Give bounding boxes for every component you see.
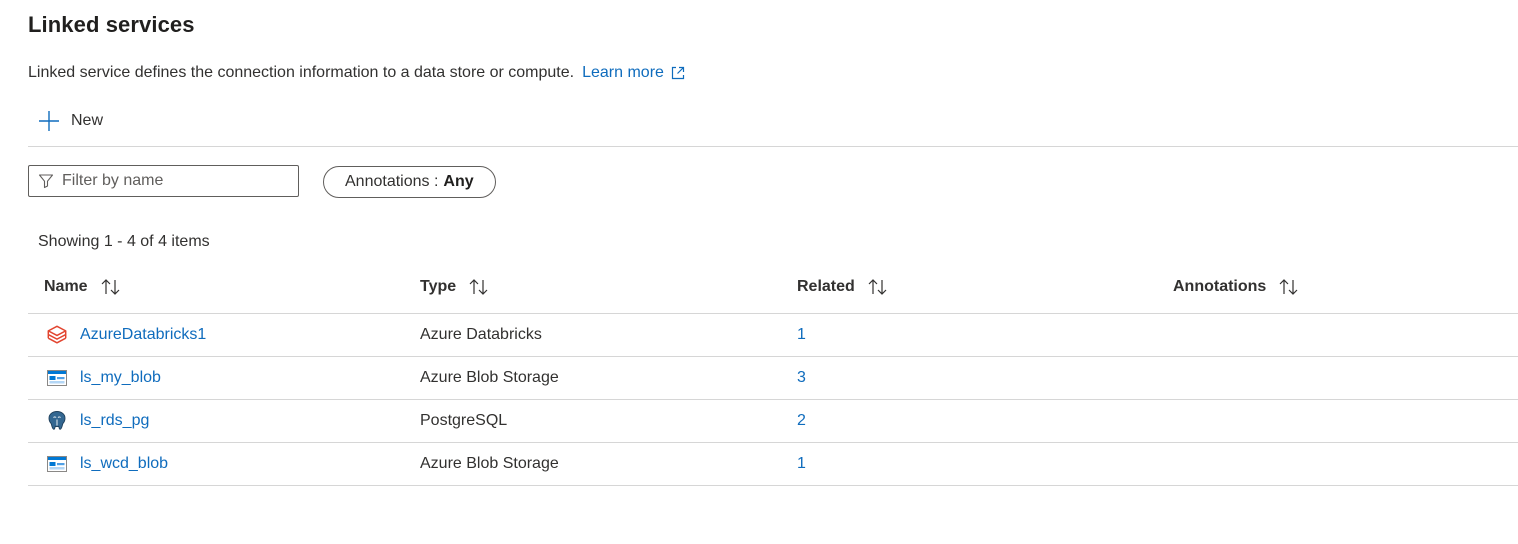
blob-storage-icon xyxy=(46,453,68,475)
type-cell: Azure Databricks xyxy=(420,326,542,343)
column-header-type[interactable]: Type xyxy=(420,278,490,296)
description-text: Linked service defines the connection in… xyxy=(28,64,575,81)
related-count-link[interactable]: 1 xyxy=(797,326,806,344)
linked-service-name-link[interactable]: ls_wcd_blob xyxy=(80,455,168,473)
column-header-annotations[interactable]: Annotations xyxy=(1173,278,1300,296)
column-header-type-label: Type xyxy=(420,278,457,295)
filter-by-name-field[interactable] xyxy=(28,165,299,197)
new-button[interactable]: New xyxy=(38,110,103,132)
sort-icon[interactable] xyxy=(1278,278,1300,296)
table-row[interactable]: ls_my_blob Azure Blob Storage 3 xyxy=(28,357,1518,400)
learn-more-label: Learn more xyxy=(582,64,664,81)
type-cell: PostgreSQL xyxy=(420,412,508,429)
sort-icon[interactable] xyxy=(468,278,490,296)
item-count: Showing 1 - 4 of 4 items xyxy=(38,233,210,250)
related-cell: 1 xyxy=(797,314,806,356)
linked-services-table: Name Type Related Annotations AzureDatab… xyxy=(28,268,1518,486)
column-header-related-label: Related xyxy=(797,278,855,295)
linked-service-name-link[interactable]: ls_rds_pg xyxy=(80,412,149,430)
learn-more-link[interactable]: Learn more xyxy=(582,64,686,82)
name-cell: ls_rds_pg xyxy=(46,400,149,442)
related-count-link[interactable]: 2 xyxy=(797,412,806,430)
column-header-related[interactable]: Related xyxy=(797,278,889,296)
related-count-link[interactable]: 1 xyxy=(797,455,806,473)
annotations-filter-pill[interactable]: Annotations : Any xyxy=(323,166,496,198)
linked-services-page: Linked services Linked service defines t… xyxy=(0,0,1518,544)
table-row[interactable]: AzureDatabricks1 Azure Databricks 1 xyxy=(28,314,1518,357)
name-cell: AzureDatabricks1 xyxy=(46,314,206,356)
related-cell: 2 xyxy=(797,400,806,442)
sort-icon[interactable] xyxy=(867,278,889,296)
linked-service-name-link[interactable]: AzureDatabricks1 xyxy=(80,326,206,344)
command-bar: New xyxy=(28,106,1518,147)
name-cell: ls_wcd_blob xyxy=(46,443,168,485)
filter-by-name-input[interactable] xyxy=(62,172,282,190)
plus-icon xyxy=(39,111,59,131)
table-header: Name Type Related Annotations xyxy=(28,268,1518,314)
name-cell: ls_my_blob xyxy=(46,357,161,399)
new-button-label: New xyxy=(71,112,104,129)
column-header-annotations-label: Annotations xyxy=(1173,278,1267,295)
databricks-icon xyxy=(46,324,68,346)
annotations-filter-label: Annotations : xyxy=(345,173,439,190)
blob-storage-icon xyxy=(46,367,68,389)
type-cell: Azure Blob Storage xyxy=(420,455,559,472)
related-count-link[interactable]: 3 xyxy=(797,369,806,387)
column-header-name[interactable]: Name xyxy=(44,278,122,296)
table-row[interactable]: ls_rds_pg PostgreSQL 2 xyxy=(28,400,1518,443)
page-description: Linked service defines the connection in… xyxy=(28,64,686,82)
column-header-name-label: Name xyxy=(44,278,88,295)
type-cell: Azure Blob Storage xyxy=(420,369,559,386)
linked-service-name-link[interactable]: ls_my_blob xyxy=(80,369,161,387)
page-title: Linked services xyxy=(28,12,195,37)
filter-icon xyxy=(38,174,54,189)
table-row[interactable]: ls_wcd_blob Azure Blob Storage 1 xyxy=(28,443,1518,486)
sort-icon[interactable] xyxy=(100,278,122,296)
related-cell: 1 xyxy=(797,443,806,485)
related-cell: 3 xyxy=(797,357,806,399)
postgresql-icon xyxy=(46,410,68,432)
external-link-icon xyxy=(671,66,685,80)
annotations-filter-value: Any xyxy=(443,173,474,190)
